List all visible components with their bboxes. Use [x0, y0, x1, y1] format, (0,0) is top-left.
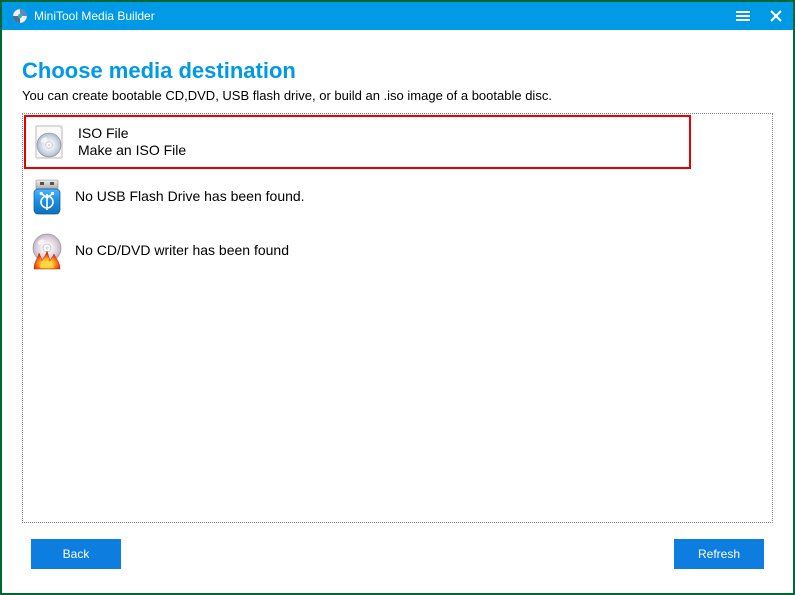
cddvd-burn-icon: [27, 231, 67, 271]
option-usb-drive[interactable]: No USB Flash Drive has been found.: [23, 170, 772, 224]
app-icon: [12, 8, 28, 24]
option-iso-file[interactable]: ISO File Make an ISO File: [24, 115, 691, 169]
title-controls: [735, 9, 783, 23]
disc-icon: [30, 122, 70, 162]
option-iso-subtitle: Make an ISO File: [78, 142, 186, 160]
option-usb-text: No USB Flash Drive has been found.: [75, 188, 305, 206]
back-button[interactable]: Back: [31, 539, 121, 569]
option-usb-label: No USB Flash Drive has been found.: [75, 188, 305, 206]
option-cddvd-text: No CD/DVD writer has been found: [75, 242, 289, 260]
app-title: MiniTool Media Builder: [34, 9, 155, 23]
close-icon[interactable]: [769, 9, 783, 23]
footer-buttons: Back Refresh: [22, 539, 773, 569]
page-subheading: You can create bootable CD,DVD, USB flas…: [22, 88, 773, 103]
title-bar: MiniTool Media Builder: [2, 2, 793, 30]
content-area: Choose media destination You can create …: [2, 30, 793, 585]
option-cddvd-label: No CD/DVD writer has been found: [75, 242, 289, 260]
usb-icon: [27, 177, 67, 217]
title-left: MiniTool Media Builder: [12, 8, 155, 24]
media-options-list: ISO File Make an ISO File: [22, 113, 773, 523]
option-iso-text: ISO File Make an ISO File: [78, 125, 186, 160]
option-iso-title: ISO File: [78, 125, 186, 143]
page-heading: Choose media destination: [22, 58, 773, 84]
app-window: MiniTool Media Builder Choose media dest…: [0, 0, 795, 595]
refresh-button[interactable]: Refresh: [674, 539, 764, 569]
option-cddvd-writer[interactable]: No CD/DVD writer has been found: [23, 224, 772, 278]
menu-icon[interactable]: [735, 9, 751, 23]
